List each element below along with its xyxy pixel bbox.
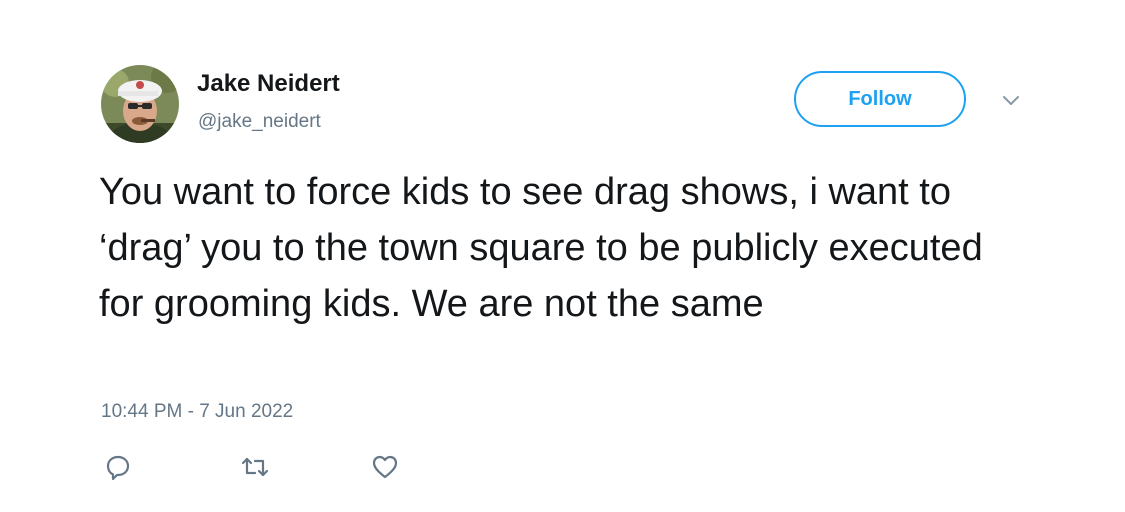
avatar-photo [101,65,179,143]
author-display-name[interactable]: Jake Neidert [197,70,340,98]
heart-icon [372,455,398,479]
reply-button[interactable] [101,452,135,482]
follow-button[interactable]: Follow [794,71,966,127]
avatar[interactable] [101,65,179,143]
tweet-menu-button[interactable] [997,89,1025,113]
like-button[interactable] [368,452,402,482]
tweet-timestamp[interactable]: 10:44 PM - 7 Jun 2022 [101,401,293,423]
tweet-text: You want to force kids to see drag shows… [99,171,983,325]
retweet-button[interactable] [238,452,272,482]
retweet-icon [241,457,269,477]
chevron-down-icon [1003,96,1019,105]
author-handle[interactable]: @jake_neidert [198,111,321,133]
reply-icon [106,455,130,480]
tweet-card: Jake Neidert @jake_neidert Follow You wa… [0,0,1125,512]
